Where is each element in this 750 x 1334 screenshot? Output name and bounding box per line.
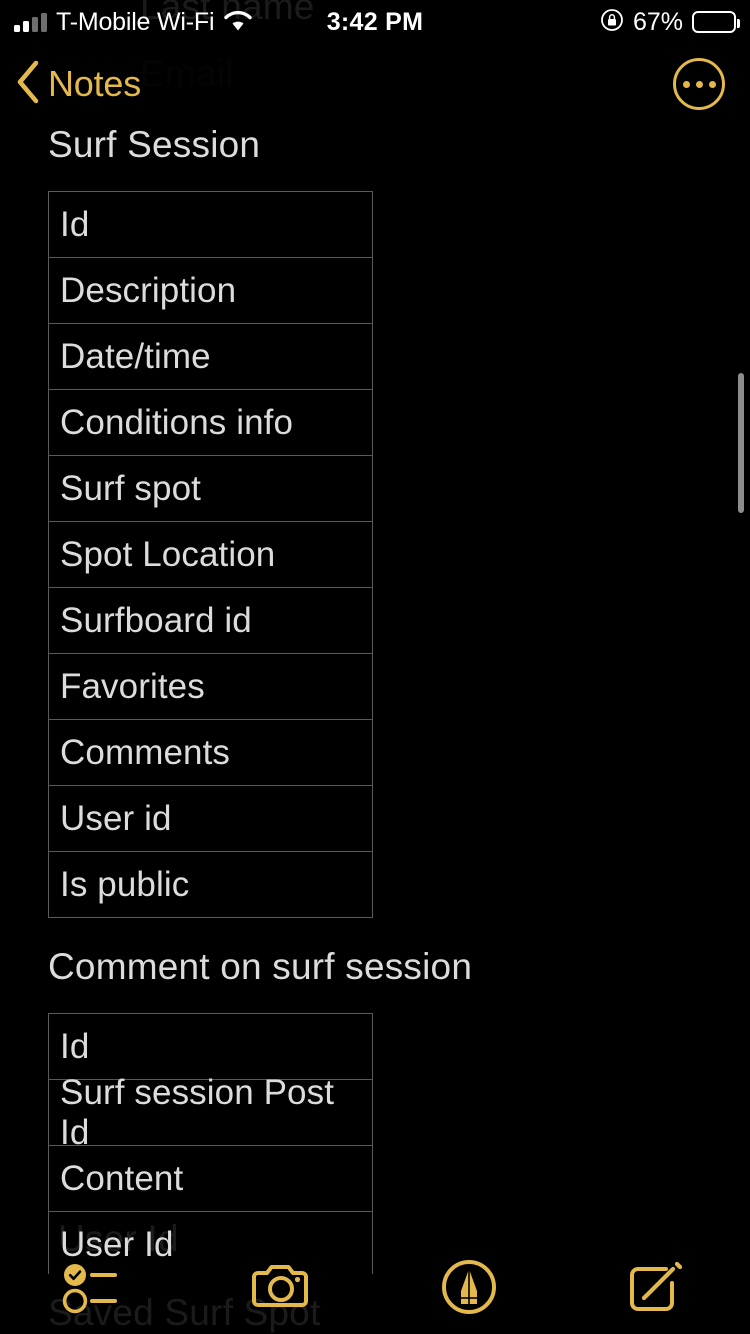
section-title: Comment on surf session <box>48 946 473 987</box>
table-cell-text: Id <box>60 204 90 244</box>
back-button[interactable]: Notes <box>14 59 141 110</box>
markup-button[interactable] <box>375 1257 563 1317</box>
vertical-scrollbar[interactable] <box>738 373 744 513</box>
table-cell-text: Surf session Post Id <box>60 1072 335 1152</box>
battery-percent-label: 67% <box>632 7 683 36</box>
table-cell-text: Conditions info <box>60 402 294 442</box>
table-row[interactable]: Id <box>49 192 372 258</box>
table-row[interactable]: Id <box>49 1014 372 1080</box>
table-row[interactable]: Surf spot <box>49 456 372 522</box>
navigation-bar: Notes <box>0 44 750 124</box>
bottom-toolbar <box>0 1240 750 1334</box>
table-cell-text: Surfboard id <box>60 600 252 640</box>
note-table[interactable]: Id Description Date/time Conditions info Sur… <box>48 191 373 918</box>
table-cell-text: Favorites <box>60 666 205 706</box>
table-row[interactable]: Comments <box>49 720 372 786</box>
table-cell-text: Id <box>60 1026 90 1066</box>
checklist-button[interactable] <box>0 1259 188 1315</box>
table-row[interactable]: Content <box>49 1146 372 1212</box>
clock-label: 3:42 PM <box>326 7 424 36</box>
table-cell-text: Description <box>60 270 237 310</box>
table-row[interactable]: Date/time <box>49 324 372 390</box>
checklist-icon <box>61 1259 127 1315</box>
compose-icon <box>626 1258 686 1316</box>
note-content[interactable]: Surf Session Id Description Date/time Condit… <box>0 124 750 1274</box>
table-cell-text: Comments <box>60 732 231 772</box>
camera-icon <box>250 1261 312 1313</box>
table-cell-text: Spot Location <box>60 534 276 574</box>
note-table[interactable]: Id Surf session Post Id Content User Id <box>48 1013 373 1274</box>
table-row[interactable]: Is public <box>49 852 372 918</box>
table-row[interactable]: Conditions info <box>49 390 372 456</box>
table-cell-text: Surf spot <box>60 468 201 508</box>
chevron-left-icon <box>14 59 42 110</box>
table-row[interactable]: Surfboard id <box>49 588 372 654</box>
table-row[interactable]: Favorites <box>49 654 372 720</box>
table-row[interactable]: Description <box>49 258 372 324</box>
table-row[interactable]: User id <box>49 786 372 852</box>
table-cell-text: User id <box>60 798 172 838</box>
notes-app-screen: Last name Email User Id Saved Surf Spot … <box>0 0 750 1334</box>
battery-icon <box>692 11 740 33</box>
rotation-lock-icon <box>600 8 624 37</box>
more-dot <box>708 80 716 88</box>
back-button-label: Notes <box>48 63 142 104</box>
more-dot <box>682 80 690 88</box>
table-cell-text: Is public <box>60 864 190 904</box>
table-cell-text: Content <box>60 1158 184 1198</box>
status-bar: T-Mobile Wi-Fi 3:42 PM 67% <box>0 0 750 44</box>
status-bar-right: 67% <box>600 0 740 44</box>
compose-button[interactable] <box>563 1258 750 1316</box>
table-cell-text: Date/time <box>60 336 211 376</box>
table-row[interactable]: Surf session Post Id <box>49 1073 372 1152</box>
table-row[interactable]: Spot Location <box>49 522 372 588</box>
more-dot <box>695 80 703 88</box>
more-options-button[interactable] <box>673 58 725 110</box>
markup-pen-icon <box>439 1257 499 1317</box>
section-title: Surf Session <box>48 124 261 165</box>
camera-button[interactable] <box>188 1261 376 1313</box>
